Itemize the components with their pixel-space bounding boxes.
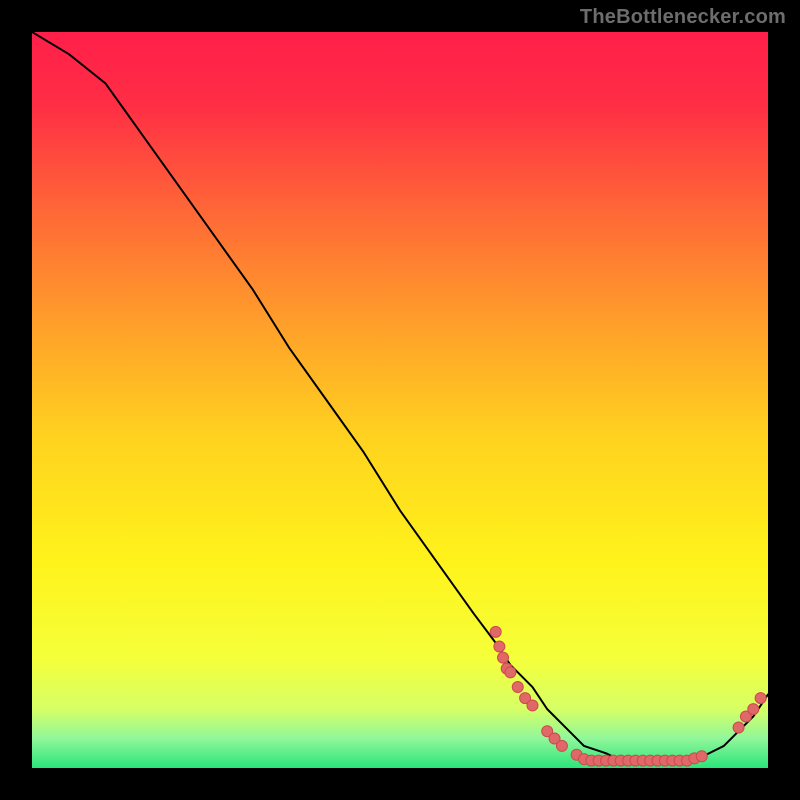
data-point xyxy=(527,700,538,711)
data-point xyxy=(733,722,744,733)
chart-stage: TheBottlenecker.com xyxy=(0,0,800,800)
chart-background xyxy=(32,32,768,768)
watermark-text: TheBottlenecker.com xyxy=(580,6,786,29)
data-point xyxy=(512,682,523,693)
chart-svg xyxy=(32,32,768,768)
data-point xyxy=(490,626,501,637)
data-point xyxy=(748,704,759,715)
data-point xyxy=(494,641,505,652)
chart-plot-area xyxy=(32,32,768,768)
data-point xyxy=(505,667,516,678)
data-point xyxy=(755,693,766,704)
data-point xyxy=(556,740,567,751)
data-point xyxy=(696,751,707,762)
data-point xyxy=(498,652,509,663)
